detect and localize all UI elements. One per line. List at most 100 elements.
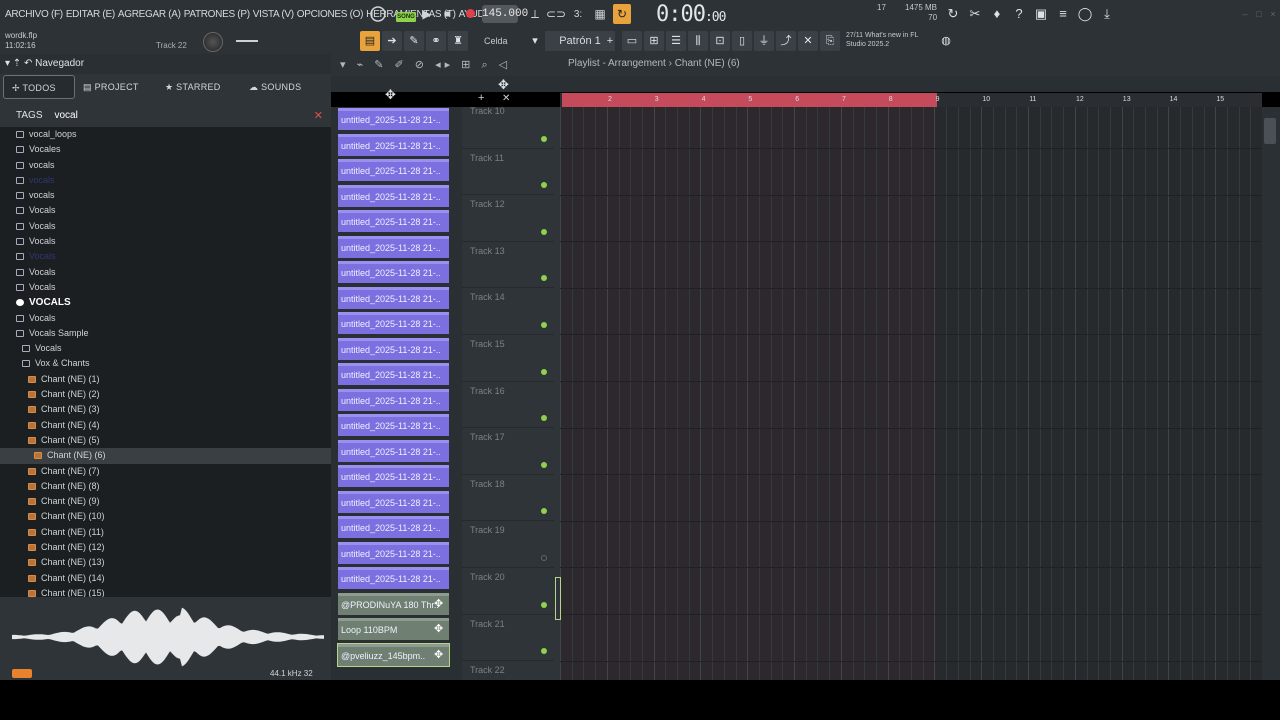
browser-row[interactable]: vocals — [0, 158, 331, 173]
playlist-icon[interactable]: ▭ — [622, 31, 642, 51]
picker-move-icon[interactable]: ✥ — [385, 87, 396, 103]
clip-move-icon[interactable]: ✥ — [434, 622, 443, 635]
browser-row[interactable]: Chant (NE) (13) — [0, 555, 331, 570]
plugin-icon[interactable]: ⊡ — [710, 31, 730, 51]
track-header[interactable]: Track 21 — [462, 615, 554, 662]
browser-row[interactable]: Chant (NE) (2) — [0, 387, 331, 402]
browser-row[interactable]: Vocals — [0, 265, 331, 280]
browser-row[interactable]: VOCALS — [0, 295, 331, 310]
globe-icon[interactable]: ◍ — [936, 31, 956, 51]
plug-icon[interactable]: ⏚ — [754, 31, 774, 51]
save-icon[interactable]: ▣ — [1032, 5, 1050, 23]
track-header[interactable]: Track 17 — [462, 428, 554, 475]
browser-row[interactable]: Vocals — [0, 249, 331, 264]
pencil-icon[interactable]: ✎ — [404, 31, 424, 51]
track-header[interactable]: Track 12 — [462, 195, 554, 242]
browser-row[interactable]: Vocales — [0, 142, 331, 157]
browser-row[interactable]: Vocals — [0, 203, 331, 218]
track-header[interactable]: Track 13 — [462, 242, 554, 289]
song-mode-button[interactable]: SONG — [396, 12, 416, 22]
metronome-icon[interactable]: ⟂ — [526, 4, 544, 24]
picker-clip[interactable]: untitled_2025-11-28 21-.. — [338, 567, 449, 589]
track-mute-led[interactable] — [541, 461, 547, 468]
chat-icon[interactable]: ◯ — [1076, 5, 1094, 23]
browser-row[interactable]: Vocals — [0, 280, 331, 295]
download-icon[interactable]: ⤓ — [1098, 5, 1116, 23]
browser-row[interactable]: Chant (NE) (9) — [0, 494, 331, 509]
track-header[interactable]: Track 22 — [462, 661, 554, 680]
picker-clip[interactable]: untitled_2025-11-28 21-.. — [338, 312, 449, 334]
track-mute-led[interactable] — [541, 508, 547, 515]
browser-row[interactable]: Chant (NE) (11) — [0, 525, 331, 540]
picker-clip[interactable]: untitled_2025-11-28 21-.. — [338, 133, 449, 156]
browser-row[interactable]: Chant (NE) (8) — [0, 479, 331, 494]
browser-row[interactable]: Chant (NE) (7) — [0, 464, 331, 479]
track-mute-led[interactable] — [541, 135, 547, 142]
pat-song-knob[interactable] — [368, 4, 388, 24]
playlist-tool-icons[interactable]: ▾ ⌁ ✎ ✐ ⊘ ◂▸ ⊞ ⌕ ◁ — [340, 58, 511, 72]
browser-row[interactable]: Vocals — [0, 341, 331, 356]
tempo-icon[interactable]: ⤴ — [776, 31, 796, 51]
track-mute-led[interactable] — [541, 648, 547, 655]
track-header[interactable]: Track 18 — [462, 475, 554, 522]
browser-row[interactable]: Chant (NE) (5) — [0, 433, 331, 448]
picker-clip[interactable]: untitled_2025-11-28 21-.. — [338, 490, 449, 513]
undo-icon[interactable]: ↻ — [944, 5, 962, 23]
picker-clip[interactable]: untitled_2025-11-28 21-.. — [338, 439, 449, 462]
browser-tab[interactable]: ✢ TODOS — [3, 75, 75, 99]
browser-tab[interactable]: ★ STARRED — [157, 75, 241, 99]
picker-clip[interactable]: untitled_2025-11-28 21-.. — [338, 363, 449, 385]
track-mute-led[interactable] — [541, 415, 547, 422]
track-header[interactable]: Track 11 — [462, 149, 554, 196]
track-header[interactable]: Track 15 — [462, 335, 554, 382]
news-panel[interactable]: 27/11 What's new in FL Studio 2025.2 — [846, 31, 918, 49]
file-icon[interactable]: ▯ — [732, 31, 752, 51]
browser-row[interactable]: Vocals — [0, 219, 331, 234]
browser-row[interactable]: vocal_loops — [0, 127, 331, 142]
browser-row[interactable]: Chant (NE) (3) — [0, 402, 331, 417]
stop-icon[interactable]: ■ — [440, 4, 454, 24]
browser-row[interactable]: Chant (NE) (6) — [0, 448, 331, 464]
picker-clip[interactable]: @PRODINuYA 180 Thr.. — [338, 592, 449, 615]
picker-clip[interactable]: untitled_2025-11-28 21-.. — [338, 414, 449, 436]
loop-record-icon[interactable]: ↻ — [613, 4, 631, 24]
picker-clip[interactable]: untitled_2025-11-28 21-.. — [338, 286, 449, 309]
tags-close-icon[interactable]: ✕ — [314, 107, 323, 125]
wait-input-icon[interactable]: ⊂⊃ — [546, 4, 566, 24]
record-icon[interactable] — [466, 9, 475, 18]
waveform-preview[interactable]: 44.1 kHz 32 — [0, 597, 331, 680]
tempo-display[interactable]: 145.000 — [482, 5, 528, 23]
track-header[interactable]: Track 20 — [462, 568, 554, 615]
track-mute-led[interactable] — [541, 228, 547, 235]
step-edit-icon[interactable]: ▦ — [591, 4, 609, 24]
add-pattern-icon[interactable]: + — [603, 31, 617, 51]
mixer-icon[interactable]: ≡ — [1054, 5, 1072, 23]
menu-item[interactable]: OPCIONES (O) — [297, 9, 364, 20]
menu-item[interactable]: AGREGAR (A) — [118, 9, 181, 20]
master-volume-knob[interactable] — [203, 32, 223, 52]
browser-tab[interactable]: ▤ PROJECT — [75, 75, 157, 99]
arrow-right-icon[interactable]: ➔ — [382, 31, 402, 51]
picker-clip[interactable]: @pveliuzz_145bpm.. — [337, 642, 450, 667]
picker-clip[interactable]: untitled_2025-11-28 21-.. — [338, 465, 449, 487]
browser-row[interactable]: Chant (NE) (1) — [0, 372, 331, 387]
help-icon[interactable]: ? — [1010, 5, 1028, 23]
picker-clip[interactable]: Loop 110BPM — [338, 618, 449, 640]
picker-clip[interactable]: untitled_2025-11-28 21-.. — [338, 541, 449, 564]
browser-row[interactable]: Chant (NE) (12) — [0, 540, 331, 555]
master-pitch-slider[interactable] — [236, 40, 258, 42]
browser-row[interactable]: vocals — [0, 188, 331, 203]
browser-row[interactable]: Chant (NE) (10) — [0, 509, 331, 524]
browser-row[interactable]: Vocals Sample — [0, 326, 331, 341]
track-mute-led[interactable] — [541, 321, 547, 328]
track-mute-led[interactable] — [541, 601, 547, 608]
tools-icon[interactable]: ✂ — [966, 5, 984, 23]
stamp-icon[interactable]: ♜ — [448, 31, 468, 51]
browser-row[interactable]: Chant (NE) (15) — [0, 586, 331, 597]
browser-row[interactable]: Vocals — [0, 234, 331, 249]
close-icon[interactable]: × — [1264, 5, 1280, 23]
remove-icon[interactable]: ✕ — [502, 93, 510, 104]
browser-row[interactable]: vocals — [0, 173, 331, 188]
piano-roll-icon[interactable]: ⊞ — [644, 31, 664, 51]
clip-move-icon[interactable]: ✥ — [434, 648, 443, 661]
